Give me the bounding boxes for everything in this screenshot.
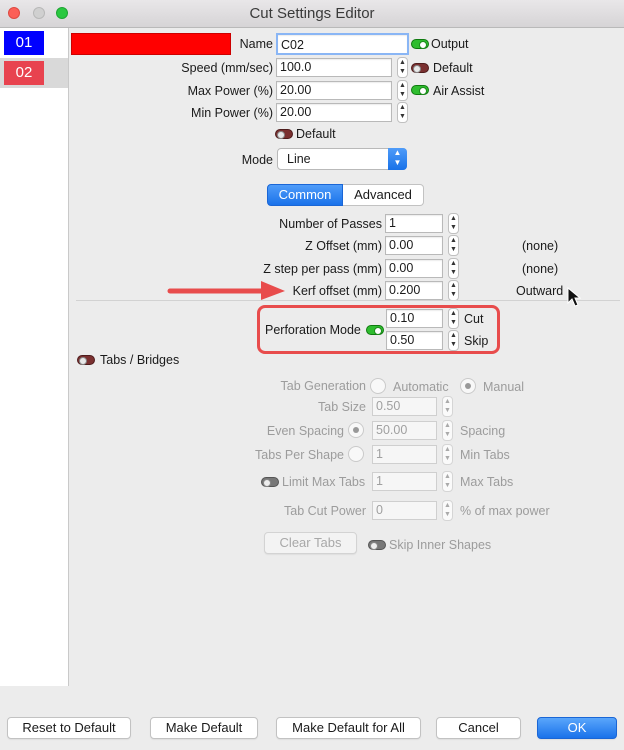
output-label: Output — [431, 37, 469, 51]
tab-size-stepper[interactable]: ▲ ▼ — [442, 396, 453, 417]
mouse-cursor-icon — [567, 287, 581, 307]
automatic-radio[interactable] — [370, 378, 386, 394]
perforation-mode-toggle[interactable] — [366, 325, 384, 335]
default-power-label: Default — [296, 127, 336, 141]
passes-label: Number of Passes — [279, 217, 382, 231]
even-spacing-radio[interactable] — [348, 422, 364, 438]
manual-label: Manual — [483, 380, 524, 394]
skip-inner-shapes-label: Skip Inner Shapes — [389, 538, 492, 552]
max-tabs-label: Max Tabs — [460, 475, 514, 489]
chevron-up-down-icon: ▲ ▼ — [388, 148, 407, 170]
manual-radio[interactable] — [460, 378, 476, 394]
tab-common[interactable]: Common — [267, 184, 343, 206]
z-offset-label: Z Offset (mm) — [305, 239, 382, 253]
max-power-input[interactable]: 20.00 — [276, 81, 392, 100]
min-power-label: Min Power (%) — [191, 106, 273, 120]
max-tabs-input[interactable]: 1 — [372, 472, 437, 491]
window-title: Cut Settings Editor — [249, 5, 375, 22]
layer-row-02[interactable]: 02 — [0, 58, 68, 88]
speed-input[interactable]: 100.0 — [276, 58, 392, 77]
speed-label: Speed (mm/sec) — [181, 61, 273, 75]
tabs-per-shape-radio[interactable] — [348, 446, 364, 462]
z-step-stepper[interactable]: ▲ ▼ — [448, 258, 459, 279]
perforation-cut-stepper[interactable]: ▲ ▼ — [448, 308, 459, 329]
default-power-toggle[interactable] — [275, 129, 293, 139]
layer-list[interactable]: 01 02 — [0, 28, 69, 686]
mode-value: Line — [287, 152, 311, 166]
perforation-cut-input[interactable]: 0.10 — [386, 309, 443, 328]
z-step-input[interactable]: 0.00 — [385, 259, 443, 278]
make-default-button[interactable]: Make Default — [150, 717, 258, 739]
min-power-input[interactable]: 20.00 — [276, 103, 392, 122]
tabs-per-shape-label: Tabs Per Shape — [255, 448, 344, 462]
kerf-offset-input[interactable]: 0.200 — [385, 281, 443, 300]
tab-size-input[interactable]: 0.50 — [372, 397, 437, 416]
name-label: Name — [239, 37, 273, 51]
passes-input[interactable]: 1 — [385, 214, 443, 233]
tab-size-label: Tab Size — [318, 400, 366, 414]
max-tabs-stepper[interactable]: ▲ ▼ — [442, 471, 453, 492]
layer-label-01: 01 — [4, 31, 44, 55]
tab-cut-power-stepper[interactable]: ▲ ▼ — [442, 500, 453, 521]
perforation-cut-label: Cut — [464, 312, 484, 326]
reset-to-default-button[interactable]: Reset to Default — [7, 717, 131, 739]
tab-cut-power-unit: % of max power — [460, 504, 550, 518]
clear-tabs-button[interactable]: Clear Tabs — [264, 532, 357, 554]
air-assist-label: Air Assist — [433, 84, 485, 98]
perforation-skip-stepper[interactable]: ▲ ▼ — [448, 330, 459, 351]
tabs-bridges-label: Tabs / Bridges — [100, 353, 180, 367]
tab-advanced[interactable]: Advanced — [343, 184, 424, 206]
kerf-offset-note: Outward — [516, 284, 564, 298]
skip-inner-shapes-toggle[interactable] — [368, 540, 386, 550]
limit-max-tabs-label: Limit Max Tabs — [282, 475, 366, 489]
mode-select[interactable]: Line ▲ ▼ — [277, 148, 407, 170]
passes-stepper[interactable]: ▲ ▼ — [448, 213, 459, 234]
default-speed-toggle[interactable] — [411, 63, 429, 73]
z-step-label: Z step per pass (mm) — [263, 262, 382, 276]
layer-label-02: 02 — [4, 61, 44, 85]
tabs-bridges-toggle[interactable] — [77, 355, 95, 365]
annotation-arrow-icon — [167, 281, 285, 300]
mode-label: Mode — [241, 153, 273, 167]
even-spacing-label: Even Spacing — [266, 424, 344, 438]
name-input[interactable]: C02 — [276, 33, 409, 55]
z-offset-stepper[interactable]: ▲ ▼ — [448, 235, 459, 256]
min-power-stepper[interactable]: ▲ ▼ — [397, 102, 408, 123]
speed-stepper[interactable]: ▲ ▼ — [397, 57, 408, 78]
tabs-per-shape-stepper[interactable]: ▲ ▼ — [442, 444, 453, 465]
cancel-button[interactable]: Cancel — [436, 717, 521, 739]
spacing-label: Spacing — [460, 424, 506, 438]
tab-cut-power-input[interactable]: 0 — [372, 501, 437, 520]
even-spacing-stepper[interactable]: ▲ ▼ — [442, 420, 453, 441]
z-step-note: (none) — [522, 262, 559, 276]
limit-max-tabs-toggle[interactable] — [261, 477, 279, 487]
tab-cut-power-label: Tab Cut Power — [284, 504, 366, 518]
air-assist-toggle[interactable] — [411, 85, 429, 95]
perforation-mode-label: Perforation Mode — [265, 323, 361, 337]
section-divider — [76, 300, 620, 301]
default-speed-label: Default — [433, 61, 473, 75]
even-spacing-input[interactable]: 50.00 — [372, 421, 437, 440]
min-tabs-label: Min Tabs — [460, 448, 510, 462]
perforation-skip-label: Skip — [464, 334, 489, 348]
z-offset-note: (none) — [522, 239, 559, 253]
tabs-per-shape-input[interactable]: 1 — [372, 445, 437, 464]
make-default-for-all-button[interactable]: Make Default for All — [276, 717, 421, 739]
kerf-offset-stepper[interactable]: ▲ ▼ — [448, 280, 459, 301]
layer-row-01[interactable]: 01 — [0, 28, 68, 58]
max-power-stepper[interactable]: ▲ ▼ — [397, 80, 408, 101]
output-toggle[interactable] — [411, 39, 429, 49]
max-power-label: Max Power (%) — [187, 84, 273, 98]
tab-generation-label: Tab Generation — [280, 379, 366, 393]
automatic-label: Automatic — [393, 380, 449, 394]
ok-button[interactable]: OK — [537, 717, 617, 739]
perforation-skip-input[interactable]: 0.50 — [386, 331, 443, 350]
z-offset-input[interactable]: 0.00 — [385, 236, 443, 255]
